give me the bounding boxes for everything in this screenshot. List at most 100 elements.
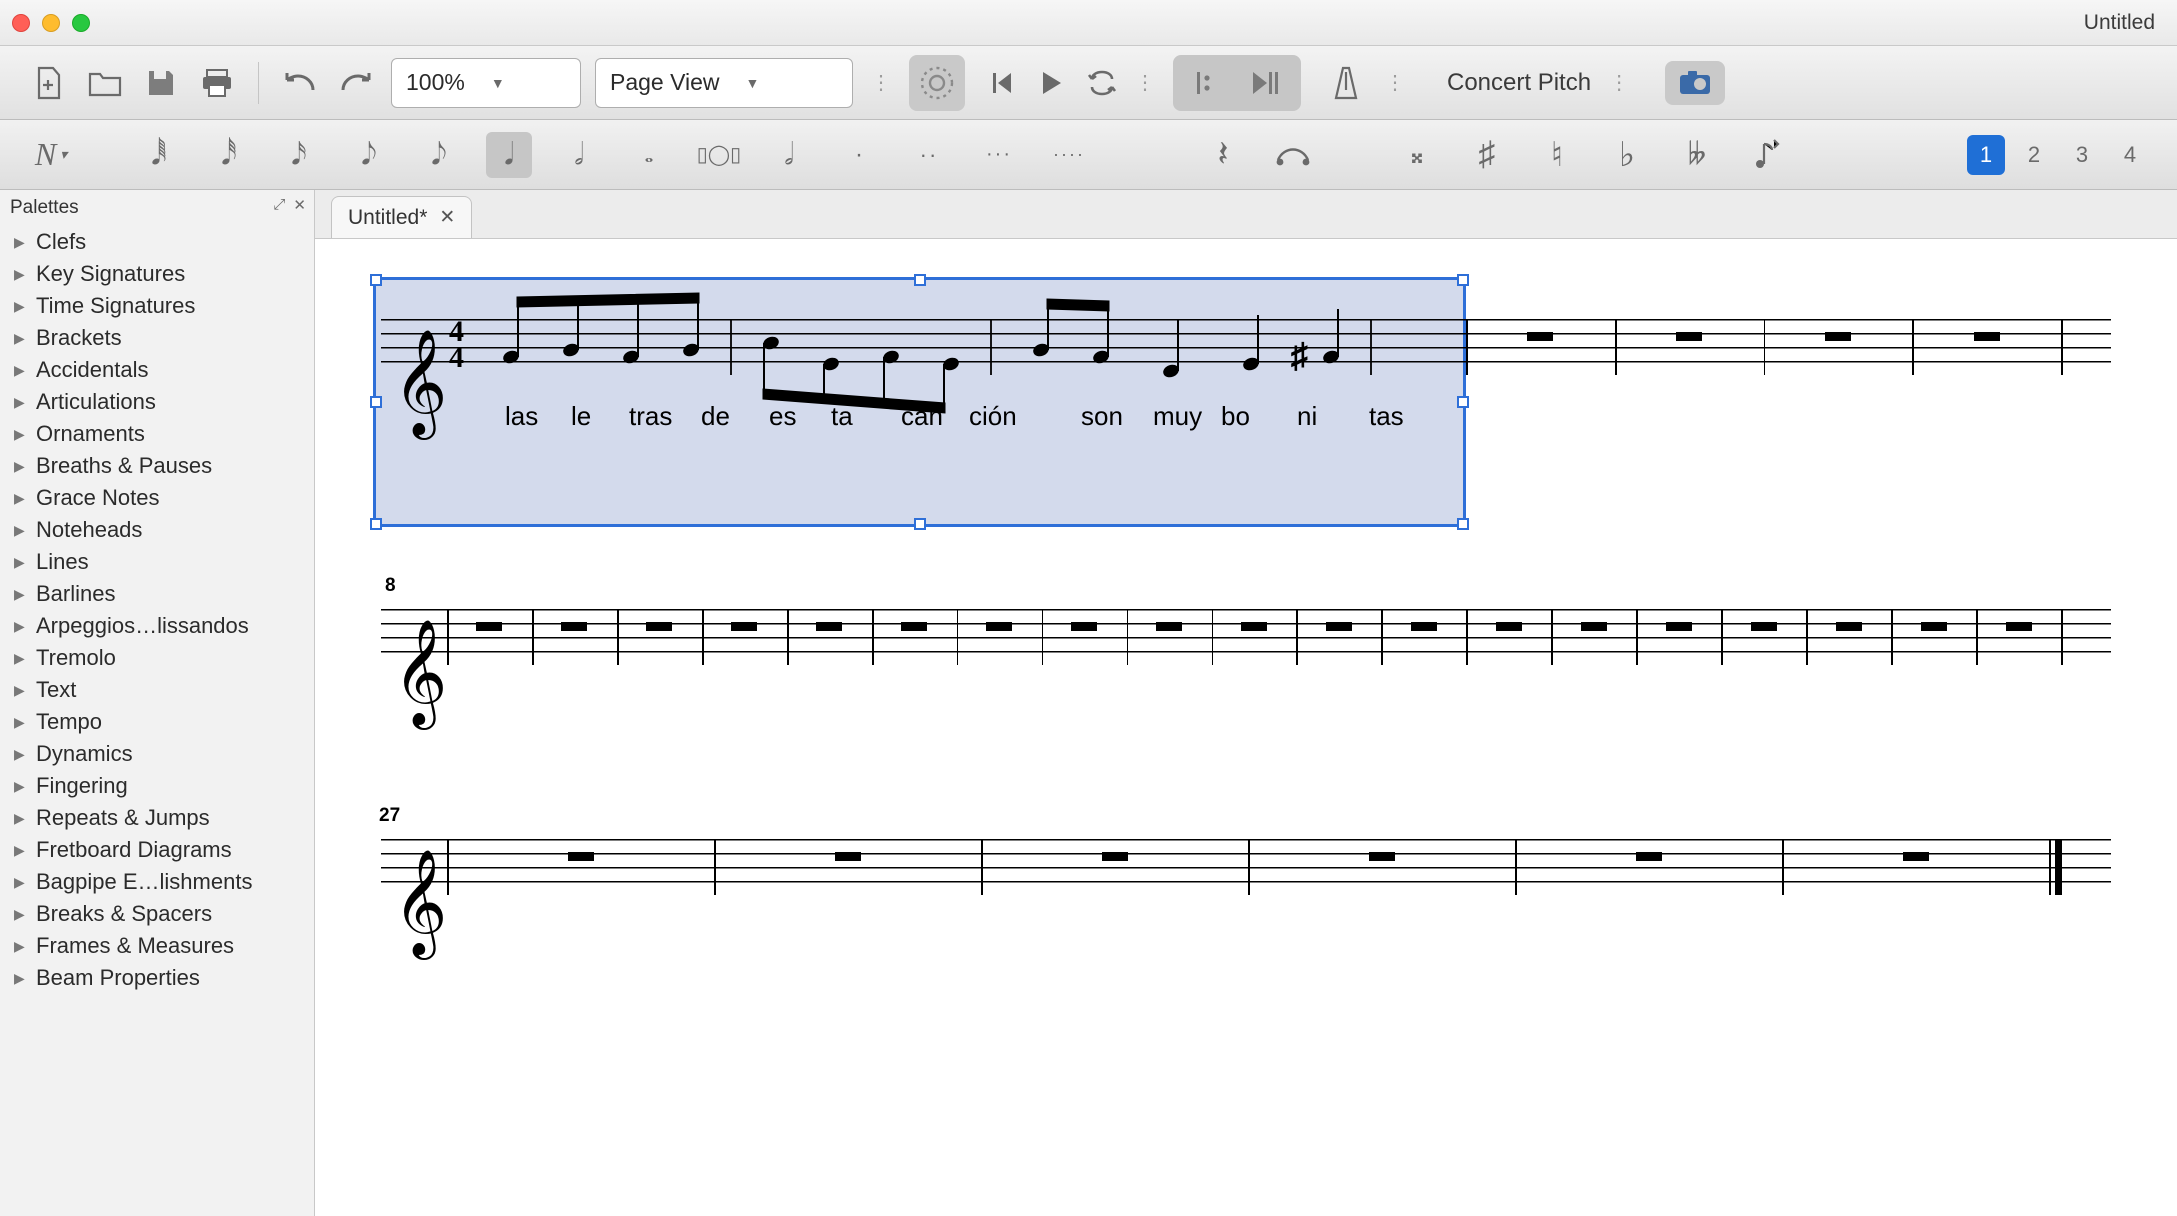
undo-button[interactable]	[279, 62, 321, 104]
palette-item[interactable]: ▶Fingering	[0, 770, 314, 802]
palette-item[interactable]: ▶Grace Notes	[0, 482, 314, 514]
palette-item[interactable]: ▶Tempo	[0, 706, 314, 738]
natural-button[interactable]: ♮	[1534, 132, 1580, 178]
notes-measure-1-3[interactable]: ♯	[481, 289, 1461, 409]
tie-button[interactable]	[1270, 132, 1316, 178]
concert-pitch-toggle[interactable]: Concert Pitch	[1447, 69, 1591, 97]
duration-16th-button[interactable]: 𝅘𝅥𝅯	[276, 132, 322, 178]
palette-item[interactable]: ▶Lines	[0, 546, 314, 578]
palette-item[interactable]: ▶Brackets	[0, 322, 314, 354]
palettes-list[interactable]: ▶Clefs▶Key Signatures▶Time Signatures▶Br…	[0, 226, 314, 1216]
palette-item[interactable]: ▶Ornaments	[0, 418, 314, 450]
palette-item[interactable]: ▶Breaks & Spacers	[0, 898, 314, 930]
image-capture-button[interactable]	[1665, 61, 1725, 105]
undock-panel-button[interactable]: ⤢	[273, 196, 285, 214]
chevron-down-icon: ▼	[491, 75, 505, 91]
double-sharp-button[interactable]: 𝄪	[1394, 132, 1440, 178]
score-canvas[interactable]: 𝄞 44	[315, 238, 2177, 1216]
palette-item[interactable]: ▶Text	[0, 674, 314, 706]
maximize-window-button[interactable]	[72, 14, 90, 32]
palette-item-label: Arpeggios…lissandos	[36, 613, 249, 639]
palette-item[interactable]: ▶Frames & Measures	[0, 930, 314, 962]
lyric-syllable[interactable]: ta	[831, 401, 853, 432]
staff[interactable]: 𝄞	[381, 609, 2111, 665]
staff[interactable]: 𝄞 44	[381, 319, 2111, 375]
print-button[interactable]	[196, 62, 238, 104]
sharp-button[interactable]: ♯	[1464, 132, 1510, 178]
double-flat-button[interactable]: 𝄫	[1674, 132, 1720, 178]
loop-playback-button[interactable]	[1087, 69, 1117, 97]
duration-quarter-button[interactable]: 𝅘𝅥	[486, 132, 532, 178]
palette-item[interactable]: ▶Beam Properties	[0, 962, 314, 994]
voice-4-button[interactable]: 4	[2111, 135, 2149, 175]
duration-64th-button[interactable]: 𝅘𝅥𝅱	[136, 132, 182, 178]
staff[interactable]: 𝄞	[381, 839, 2111, 895]
duration-32nd-button[interactable]: 𝅘𝅥𝅰	[206, 132, 252, 178]
lyric-syllable[interactable]: muy	[1153, 401, 1202, 432]
redo-button[interactable]	[335, 62, 377, 104]
lyric-syllable[interactable]: tras	[629, 401, 672, 432]
palette-item[interactable]: ▶Articulations	[0, 386, 314, 418]
play-button[interactable]	[1039, 70, 1063, 96]
open-file-button[interactable]	[84, 62, 126, 104]
voice-1-button[interactable]: 1	[1967, 135, 2005, 175]
triple-dot-button[interactable]: ···	[976, 132, 1022, 178]
duration-whole-button[interactable]: 𝅝	[626, 132, 672, 178]
loop-in-button[interactable]	[1179, 61, 1237, 105]
palette-item[interactable]: ▶Tremolo	[0, 642, 314, 674]
lyric-syllable[interactable]: es	[769, 401, 796, 432]
duration-longa-button[interactable]: 𝅗𝅥	[766, 132, 812, 178]
voice-2-button[interactable]: 2	[2015, 135, 2053, 175]
minimize-window-button[interactable]	[42, 14, 60, 32]
lyric-syllable[interactable]: de	[701, 401, 730, 432]
double-dot-button[interactable]: ··	[906, 132, 952, 178]
palette-item[interactable]: ▶Clefs	[0, 226, 314, 258]
close-panel-button[interactable]: ✕	[293, 196, 306, 214]
palette-item[interactable]: ▶Breaths & Pauses	[0, 450, 314, 482]
time-signature[interactable]: 44	[449, 319, 464, 371]
lyric-syllable[interactable]: son	[1081, 401, 1123, 432]
note-input-mode-button[interactable]: N▾	[28, 132, 74, 178]
palette-item[interactable]: ▶Barlines	[0, 578, 314, 610]
duration-half-button[interactable]: 𝅗𝅥	[556, 132, 602, 178]
palette-item[interactable]: ▶Dynamics	[0, 738, 314, 770]
new-file-button[interactable]	[28, 62, 70, 104]
dot-button[interactable]: ·	[836, 132, 882, 178]
close-window-button[interactable]	[12, 14, 30, 32]
repeat-toggle-group	[1173, 55, 1301, 111]
metronome-button[interactable]	[909, 55, 965, 111]
palette-item-label: Bagpipe E…lishments	[36, 869, 252, 895]
lyric-syllable[interactable]: tas	[1369, 401, 1404, 432]
document-tab[interactable]: Untitled* ✕	[331, 196, 472, 238]
zoom-combo[interactable]: 100% ▼	[391, 58, 581, 108]
palette-item[interactable]: ▶Time Signatures	[0, 290, 314, 322]
close-tab-button[interactable]: ✕	[439, 206, 455, 229]
metronome-icon-button[interactable]	[1325, 62, 1367, 104]
lyric-syllable[interactable]: can	[901, 401, 943, 432]
palette-item[interactable]: ▶Repeats & Jumps	[0, 802, 314, 834]
palette-item[interactable]: ▶Fretboard Diagrams	[0, 834, 314, 866]
duration-breve-button[interactable]: ▯◯▯	[696, 132, 742, 178]
flat-button[interactable]: ♭	[1604, 132, 1650, 178]
lyric-syllable[interactable]: ni	[1297, 401, 1317, 432]
palette-item[interactable]: ▶Accidentals	[0, 354, 314, 386]
view-mode-combo[interactable]: Page View ▼	[595, 58, 853, 108]
palette-item[interactable]: ▶Noteheads	[0, 514, 314, 546]
loop-out-button[interactable]	[1237, 61, 1295, 105]
flip-direction-button[interactable]	[1744, 132, 1790, 178]
palette-item[interactable]: ▶Key Signatures	[0, 258, 314, 290]
quad-dot-button[interactable]: ····	[1046, 132, 1092, 178]
duration-8th-button[interactable]: 𝅘𝅥𝅮	[346, 132, 392, 178]
lyric-syllable[interactable]: las	[505, 401, 538, 432]
palette-item[interactable]: ▶Arpeggios…lissandos	[0, 610, 314, 642]
lyric-syllable[interactable]: le	[571, 401, 591, 432]
lyric-syllable[interactable]: bo	[1221, 401, 1250, 432]
duration-8th-alt-button[interactable]: 𝅘𝅥𝅮	[416, 132, 462, 178]
voice-3-button[interactable]: 3	[2063, 135, 2101, 175]
lyric-syllable[interactable]: ción	[969, 401, 1017, 432]
rest-button[interactable]: 𝄽	[1200, 132, 1246, 178]
rewind-button[interactable]	[989, 70, 1015, 96]
window-controls	[12, 14, 90, 32]
save-button[interactable]	[140, 62, 182, 104]
palette-item[interactable]: ▶Bagpipe E…lishments	[0, 866, 314, 898]
